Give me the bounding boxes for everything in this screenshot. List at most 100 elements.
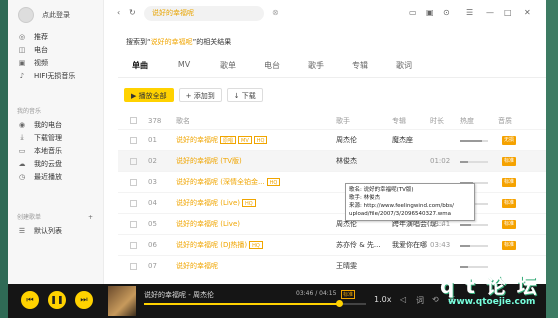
table-header: 378 歌名 歌手 专辑 时长 热度 音质 xyxy=(118,113,546,129)
header-song: 歌名 xyxy=(176,117,190,125)
tab-songs[interactable]: 单曲 xyxy=(118,60,162,77)
play-all-button[interactable]: ▶ 播放全部 xyxy=(124,88,174,102)
source-badge[interactable]: 无损 xyxy=(502,136,517,145)
tab-mv[interactable]: MV xyxy=(162,60,206,77)
nav-item-radio[interactable]: ◫ 电台 xyxy=(8,43,104,56)
album-cover[interactable] xyxy=(108,286,136,316)
prev-button[interactable]: ⏮ xyxy=(21,291,39,309)
tab-playlists[interactable]: 歌单 xyxy=(206,60,250,77)
now-playing-time: 03:46 / 04:15 xyxy=(296,290,337,297)
add-playlist-icon[interactable]: + xyxy=(88,212,93,224)
main-nav: ◎ 推荐 ◫ 电台 ▣ 视频 ♪ HIFI无损音乐 xyxy=(8,30,104,82)
source-badge[interactable]: 标准 xyxy=(502,241,517,250)
row-checkbox[interactable] xyxy=(130,263,137,270)
source-badge[interactable]: 标准 xyxy=(502,199,517,208)
hifi-icon: ♪ xyxy=(19,71,25,80)
tab-lyrics[interactable]: 歌词 xyxy=(382,60,426,77)
close-icon[interactable]: ✕ xyxy=(524,8,531,17)
play-pause-button[interactable]: ❚❚ xyxy=(48,291,66,309)
source-badge[interactable]: 标准 xyxy=(502,220,517,229)
back-icon[interactable]: ‹ xyxy=(117,8,120,17)
song-title[interactable]: 说好的幸福呢 (Live) xyxy=(176,199,240,207)
avatar[interactable] xyxy=(18,7,34,23)
row-checkbox[interactable] xyxy=(130,242,137,249)
quality-badge[interactable]: 标准 xyxy=(341,290,356,299)
row-checkbox[interactable] xyxy=(130,158,137,165)
song-singer[interactable]: 林俊杰 xyxy=(336,151,357,172)
row-number: 06 xyxy=(148,241,157,249)
header-singer: 歌手 xyxy=(336,117,350,125)
source-badge[interactable]: 标准 xyxy=(502,157,517,166)
download-button[interactable]: ↓ 下载 xyxy=(226,88,263,102)
gift-icon[interactable]: ▣ xyxy=(426,8,434,17)
tab-radio[interactable]: 电台 xyxy=(250,60,294,77)
table-row[interactable]: 02 说好的幸福呢 (TV版) 林俊杰 01:02 标准 xyxy=(118,150,546,171)
song-duration: 01:02 xyxy=(430,157,451,165)
settings-icon[interactable]: ⊙ xyxy=(443,8,450,17)
row-checkbox[interactable] xyxy=(130,179,137,186)
lyrics-icon[interactable]: 词 xyxy=(416,295,424,306)
song-tag: HQ xyxy=(253,136,268,144)
song-title[interactable]: 说好的幸福呢 (TV版) xyxy=(176,157,242,165)
heat-bar xyxy=(460,140,488,142)
select-all-checkbox[interactable] xyxy=(130,117,137,124)
table-row[interactable]: 06 说好的幸福呢 (DJ热播) HQ 苏亦伶 & 先... 我爱你在哪 03:4… xyxy=(118,234,546,255)
skin-icon[interactable]: ▭ xyxy=(409,8,417,17)
song-singer[interactable]: 王晴雯 xyxy=(336,256,357,277)
login-label[interactable]: 点此登录 xyxy=(42,10,70,20)
volume-icon[interactable]: ◁ xyxy=(400,295,406,304)
search-input[interactable]: 说好的幸福呢 xyxy=(144,6,264,21)
add-to-button[interactable]: + 添加到 xyxy=(178,88,222,102)
cloud-icon: ☁ xyxy=(18,159,26,168)
song-title[interactable]: 说好的幸福呢 (深情全铂金... xyxy=(176,178,265,186)
tab-albums[interactable]: 专辑 xyxy=(338,60,382,77)
nav-item-default-list[interactable]: ☰ 默认列表 xyxy=(8,224,104,237)
nav-item-recommend[interactable]: ◎ 推荐 xyxy=(8,30,104,43)
song-title[interactable]: 说好的幸福呢 (DJ热播) xyxy=(176,241,247,249)
nav-item-downloads[interactable]: ⤓ 下载管理 xyxy=(8,131,104,144)
menu-icon[interactable]: ☰ xyxy=(466,8,473,17)
song-singer[interactable]: 周杰伦 xyxy=(336,130,357,151)
song-tag: HQ xyxy=(266,178,281,186)
table-row[interactable]: 01 说好的幸福呢 原唱 MV HQ 周杰伦 魔杰座 无损 xyxy=(118,129,546,150)
minimize-icon[interactable]: — xyxy=(486,8,494,17)
nav-item-recent[interactable]: ◷ 最近播放 xyxy=(8,170,104,183)
header-duration: 时长 xyxy=(430,117,444,125)
maximize-icon[interactable]: □ xyxy=(504,8,512,17)
progress-bar[interactable] xyxy=(144,300,366,307)
loop-icon[interactable]: ⟲ xyxy=(432,295,439,304)
tab-singers[interactable]: 歌手 xyxy=(294,60,338,77)
table-row[interactable]: 03 说好的幸福呢 (深情全铂金... HQ 标准 xyxy=(118,171,546,192)
nav-item-local[interactable]: ▭ 本地音乐 xyxy=(8,144,104,157)
search-clear-icon[interactable]: ⊗ xyxy=(272,8,279,17)
row-checkbox[interactable] xyxy=(130,221,137,228)
nav-item-my-radio[interactable]: ◉ 我的电台 xyxy=(8,118,104,131)
song-title[interactable]: 说好的幸福呢 xyxy=(176,136,218,144)
list-icon: ☰ xyxy=(18,226,26,235)
table-row[interactable]: 04 说好的幸福呢 (Live) HQ 标准 xyxy=(118,192,546,213)
nav-item-video[interactable]: ▣ 视频 xyxy=(8,56,104,69)
song-album[interactable]: 我爱你在哪 xyxy=(392,235,427,256)
row-checkbox[interactable] xyxy=(130,137,137,144)
nav-item-hifi[interactable]: ♪ HIFI无损音乐 xyxy=(8,69,104,82)
song-title[interactable]: 说好的幸福呢 xyxy=(176,262,218,270)
video-icon: ▣ xyxy=(18,58,26,67)
now-playing-title: 说好的幸福呢 - 周杰伦 xyxy=(144,291,214,299)
count-label: 378 xyxy=(148,117,162,125)
song-album[interactable]: 魔杰座 xyxy=(392,130,413,151)
row-checkbox[interactable] xyxy=(130,200,137,207)
clock-icon: ◷ xyxy=(18,172,26,181)
refresh-icon[interactable]: ↻ xyxy=(129,8,136,17)
source-badge[interactable]: 标准 xyxy=(502,178,517,187)
table-row[interactable]: 05 说好的幸福呢 (Live) 周杰伦 跨年演唱会(现... 03:41 标准 xyxy=(118,213,546,234)
song-singer[interactable]: 苏亦伶 & 先... xyxy=(336,235,381,256)
playlist-nav: 创建歌单 + ☰ 默认列表 xyxy=(8,212,104,237)
progress-knob[interactable] xyxy=(336,300,344,307)
nav-item-cloud[interactable]: ☁ 我的云盘 xyxy=(8,157,104,170)
speed-button[interactable]: 1.0x xyxy=(374,295,391,304)
user-login[interactable]: 点此登录 xyxy=(18,7,70,23)
topbar: ‹ ↻ 说好的幸福呢 ⊗ ▭ ▣ ⊙ ☰ — □ ✕ xyxy=(104,0,546,28)
song-tag: HQ xyxy=(241,199,256,207)
next-button[interactable]: ⏭ xyxy=(75,291,93,309)
song-title[interactable]: 说好的幸福呢 (Live) xyxy=(176,220,240,228)
